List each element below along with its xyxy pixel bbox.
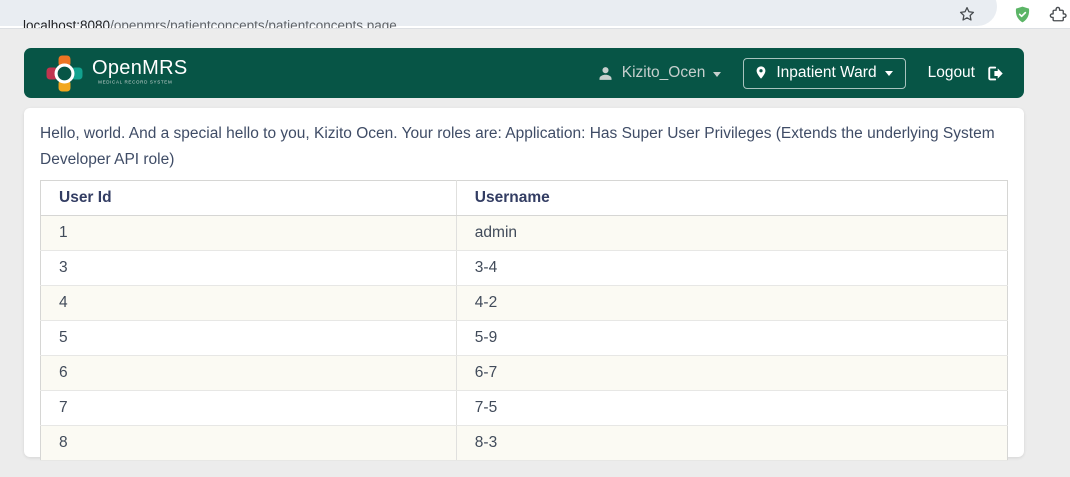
table-row: 1 admin: [40, 215, 1008, 251]
location-pin-icon: [756, 66, 766, 79]
cell-username: admin: [456, 215, 1008, 251]
cell-username: 5-9: [456, 320, 1008, 356]
column-header-user-id: User Id: [40, 180, 457, 216]
cell-user-id: 4: [40, 285, 457, 321]
openmrs-logo[interactable]: OpenMRS MEDICAL RECORD SYSTEM: [46, 55, 224, 92]
table-row: 6 6-7: [40, 355, 1008, 391]
cell-username: 4-2: [456, 285, 1008, 321]
logo-title: OpenMRS: [92, 57, 188, 79]
openmrs-logo-icon: [46, 55, 83, 91]
user-menu[interactable]: Kizito_Ocen: [597, 64, 722, 82]
extensions-puzzle-icon[interactable]: [1047, 3, 1069, 25]
browser-toolbar: localhost:8080/openmrs/patientconcepts/p…: [0, 0, 1070, 29]
cell-username: 7-5: [456, 390, 1008, 426]
cell-user-id: 5: [40, 320, 457, 356]
url-path: /openmrs/patientconcepts/patientconcepts…: [110, 18, 397, 29]
column-header-username: Username: [456, 180, 1008, 216]
table-row: 3 3-4: [40, 250, 1008, 286]
table-row: 5 5-9: [40, 320, 1008, 356]
logout-icon: [988, 66, 1003, 80]
content-card: Hello, world. And a special hello to you…: [24, 108, 1024, 461]
cell-user-id: 6: [40, 355, 457, 391]
url-origin: localhost:8080: [23, 18, 111, 29]
cell-user-id: 3: [40, 250, 457, 286]
chevron-down-icon: [884, 71, 893, 76]
chevron-down-icon: [713, 71, 722, 77]
logout-button[interactable]: Logout: [928, 64, 1006, 83]
cell-username: 8-3: [456, 425, 1008, 461]
cell-username: 6-7: [456, 355, 1008, 391]
cell-user-id: 8: [40, 425, 457, 461]
table-row: 4 4-2: [40, 285, 1008, 321]
bookmark-star-icon[interactable]: [956, 3, 978, 25]
table-row: 8 8-3: [40, 425, 1008, 461]
page-background: OpenMRS MEDICAL RECORD SYSTEM Kizito_Oce…: [0, 29, 1070, 476]
url-text[interactable]: localhost:8080/openmrs/patientconcepts/p…: [23, 18, 397, 29]
location-selector[interactable]: Inpatient Ward: [743, 57, 906, 89]
table-header-row: User Id Username: [40, 180, 1008, 216]
adblock-shield-icon[interactable]: [1011, 3, 1033, 25]
cell-user-id: 7: [40, 390, 457, 426]
cell-username: 3-4: [456, 250, 1008, 286]
user-menu-label: Kizito_Ocen: [621, 64, 706, 81]
cell-user-id: 1: [40, 215, 457, 251]
logout-label: Logout: [927, 64, 975, 81]
table-row: 7 7-5: [40, 390, 1008, 426]
user-icon: [599, 66, 612, 80]
logo-subtitle: MEDICAL RECORD SYSTEM: [98, 79, 173, 85]
openmrs-navbar: OpenMRS MEDICAL RECORD SYSTEM Kizito_Oce…: [24, 48, 1024, 98]
location-selector-label: Inpatient Ward: [776, 63, 877, 81]
users-table: User Id Username 1 admin 3 3-4 4 4-2 5 5-9 6 6-7 7…: [40, 180, 1008, 461]
greeting-text: Hello, world. And a special hello to you…: [40, 125, 995, 168]
